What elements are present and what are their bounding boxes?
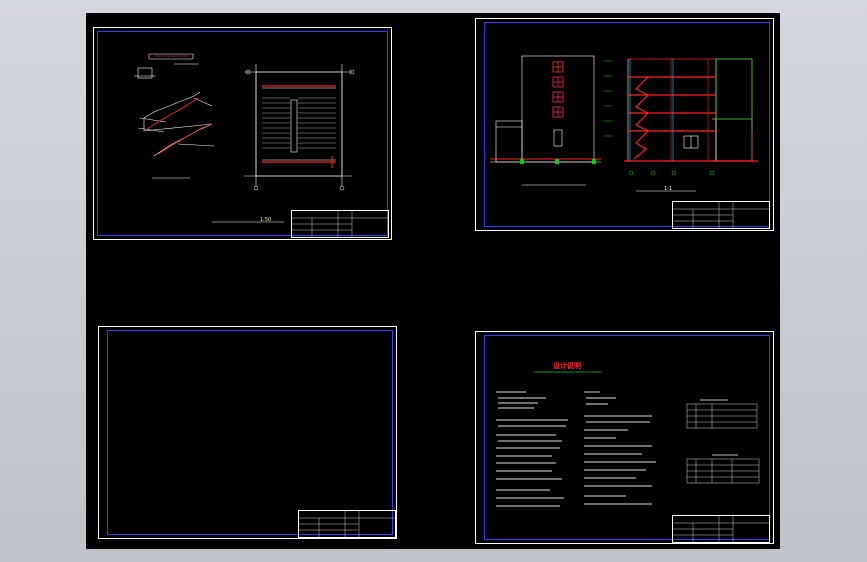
sheet-stair-details[interactable]: 1:50 (93, 27, 392, 240)
drawing-canvas[interactable]: 1:50 1-1 设计说明 (86, 13, 780, 549)
title-block (298, 510, 396, 538)
sheet-blank[interactable] (98, 326, 397, 539)
sheet-1-scale-label: 1:50 (260, 217, 272, 223)
title-block (291, 210, 389, 238)
title-block (672, 201, 770, 229)
notes-text-block (496, 371, 760, 507)
sheet-elevation-section[interactable]: 1-1 (475, 18, 774, 231)
stair-detail-drawing (134, 53, 355, 223)
section-caption: 1-1 (664, 186, 673, 192)
sheet-inner-border (107, 330, 393, 535)
elevation-section-drawing (490, 55, 758, 192)
sheet-design-notes[interactable]: 设计说明 (475, 331, 774, 544)
title-block (672, 515, 770, 543)
